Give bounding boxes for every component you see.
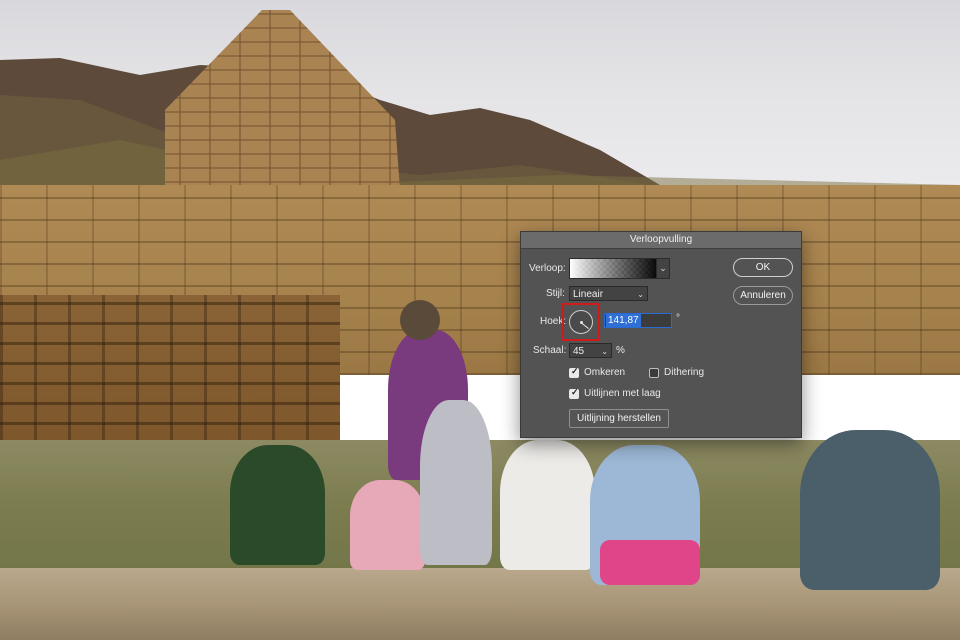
- gradient-label: Verloop:: [529, 263, 566, 274]
- chevron-down-icon: ⌄: [659, 263, 667, 273]
- reset-alignment-button[interactable]: Uitlijning herstellen: [569, 409, 669, 428]
- person-head: [400, 300, 440, 340]
- dither-checkbox[interactable]: [649, 368, 659, 378]
- dither-label: Dithering: [664, 367, 705, 378]
- chevron-down-icon: ⌄: [601, 347, 608, 356]
- scale-select-value: 45: [573, 346, 585, 357]
- angle-input[interactable]: 141,87: [604, 313, 672, 328]
- person-pink: [350, 480, 425, 570]
- cancel-button[interactable]: Annuleren: [733, 286, 793, 305]
- scale-unit: %: [616, 345, 625, 356]
- person-white: [500, 440, 595, 570]
- person-right: [800, 430, 940, 590]
- gradient-preview[interactable]: [569, 258, 657, 279]
- person-grey: [420, 400, 492, 565]
- ok-button[interactable]: OK: [733, 258, 793, 277]
- scale-select[interactable]: 45 ⌄: [569, 343, 612, 358]
- reverse-label: Omkeren: [584, 367, 626, 378]
- align-with-layer-label: Uitlijnen met laag: [584, 388, 661, 399]
- angle-input-value: 141,87: [606, 314, 641, 327]
- pink-skirt: [600, 540, 700, 585]
- gradient-fill-dialog: Verloopvulling Verloop: ⌄ Stijl: Lineair…: [520, 231, 802, 438]
- dialog-title: Verloopvulling: [521, 232, 801, 249]
- style-select[interactable]: Lineair ⌄: [569, 286, 648, 301]
- style-label: Stijl:: [546, 288, 565, 299]
- angle-highlight: [562, 303, 600, 341]
- angle-dial-center: [580, 321, 583, 324]
- gradient-dropdown-button[interactable]: ⌄: [656, 258, 670, 279]
- background-photo: [0, 0, 960, 640]
- chevron-down-icon: ⌄: [637, 290, 644, 299]
- reverse-checkbox[interactable]: [569, 366, 579, 378]
- scale-label: Schaal:: [533, 345, 567, 356]
- align-with-layer-checkbox[interactable]: [569, 387, 579, 399]
- person-green: [230, 445, 325, 565]
- angle-dial[interactable]: [569, 310, 593, 334]
- style-select-value: Lineair: [573, 289, 604, 300]
- angle-unit: °: [676, 313, 680, 324]
